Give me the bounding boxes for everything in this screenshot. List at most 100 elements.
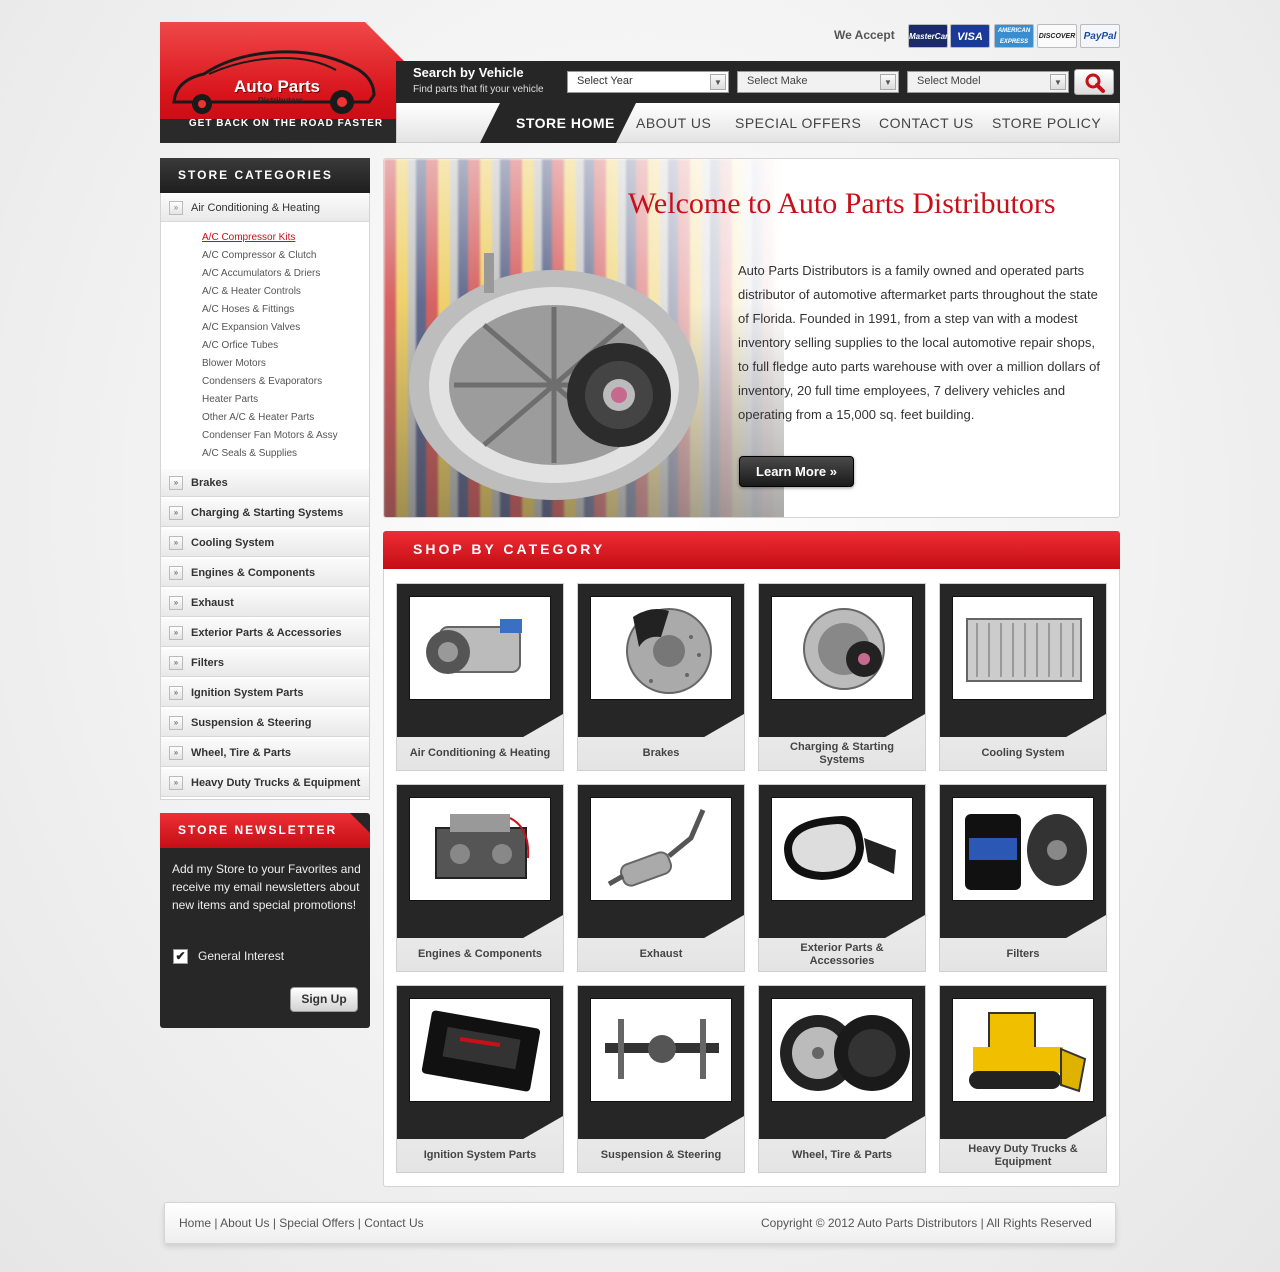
category-tile[interactable]: Heavy Duty Trucks & Equipment (939, 985, 1107, 1173)
tile-label: Exhaust (639, 948, 683, 960)
ignition-box-icon (409, 998, 551, 1102)
category-tile[interactable]: Engines & Components (396, 784, 564, 972)
ac-compressor-icon (409, 596, 551, 700)
arrow-right-icon: » (169, 746, 183, 760)
category-item[interactable]: » Heavy Duty Trucks & Equipment (161, 769, 369, 797)
chevron-down-icon: ▼ (880, 74, 896, 90)
category-tile[interactable]: Cooling System (939, 583, 1107, 771)
arrow-right-icon: » (169, 201, 183, 215)
category-tile[interactable]: Suspension & Steering (577, 985, 745, 1173)
category-tile[interactable]: Air Conditioning & Heating (396, 583, 564, 771)
radiator-icon (952, 596, 1094, 700)
nav-store-policy[interactable]: STORE POLICY (992, 115, 1101, 131)
tile-label: Heavy Duty Trucks & Equipment (968, 1142, 1078, 1168)
nav-contact-us[interactable]: CONTACT US (879, 115, 974, 131)
tile-label: Wheel, Tire & Parts (791, 1149, 893, 1161)
subcategory-link[interactable]: Condensers & Evaporators (202, 376, 322, 387)
alternator-icon (771, 596, 913, 700)
category-item[interactable]: » Filters (161, 649, 369, 677)
category-label: Heavy Duty Trucks & Equipment (191, 777, 361, 789)
subcategory-link[interactable]: A/C Hoses & Fittings (202, 304, 294, 315)
category-label: Charging & Starting Systems (191, 507, 344, 519)
category-label: Engines & Components (191, 567, 316, 579)
mastercard-icon: MasterCard (908, 24, 953, 48)
category-tile[interactable]: Exterior Parts & Accessories (758, 784, 926, 972)
category-tile[interactable]: Wheel, Tire & Parts (758, 985, 926, 1173)
suspension-icon (590, 998, 732, 1102)
category-item[interactable]: » Cooling System (161, 529, 369, 557)
bulldozer-icon (952, 998, 1094, 1102)
category-item[interactable]: » Suspension & Steering (161, 709, 369, 737)
nav-store-home[interactable]: STORE HOME (516, 115, 615, 131)
general-interest-checkbox[interactable]: ✔ (173, 949, 188, 964)
sign-up-button[interactable]: Sign Up (290, 987, 358, 1012)
subcategory-link[interactable]: A/C Compressor Kits (202, 232, 295, 243)
category-item[interactable]: » Wheel, Tire & Parts (161, 739, 369, 767)
category-tile[interactable]: Ignition System Parts (396, 985, 564, 1173)
logo-subtitle: Distributors (258, 96, 304, 105)
arrow-right-icon: » (169, 536, 183, 550)
store-categories-heading: STORE CATEGORIES (160, 158, 370, 193)
category-air-conditioning-heating[interactable]: » Air Conditioning & Heating (161, 194, 369, 222)
select-make[interactable]: Select Make ▼ (737, 71, 899, 93)
select-year[interactable]: Select Year ▼ (567, 71, 729, 93)
category-item[interactable]: » Engines & Components (161, 559, 369, 587)
magnifier-icon (1085, 73, 1105, 93)
tile-label: Exterior Parts & Accessories (800, 941, 884, 967)
category-item[interactable]: » Exhaust (161, 589, 369, 617)
subcategory-link[interactable]: Blower Motors (202, 358, 266, 369)
discover-icon: DISCOVER (1037, 24, 1077, 48)
category-label: Exterior Parts & Accessories (191, 627, 342, 639)
arrow-right-icon: » (169, 686, 183, 700)
footer-link-contact-us[interactable]: Contact Us (364, 1216, 423, 1230)
category-item[interactable]: » Charging & Starting Systems (161, 499, 369, 527)
category-item[interactable]: » Brakes (161, 469, 369, 497)
subcategory-link[interactable]: Condenser Fan Motors & Assy (202, 430, 338, 441)
amex-icon: AMERICAN EXPRESS (994, 24, 1034, 48)
category-item[interactable]: » Exterior Parts & Accessories (161, 619, 369, 647)
tile-label: Cooling System (981, 747, 1065, 759)
subcategory-link[interactable]: A/C Compressor & Clutch (202, 250, 316, 261)
select-model-value: Select Model (917, 75, 981, 87)
category-tile[interactable]: Exhaust (577, 784, 745, 972)
category-label: Cooling System (191, 537, 275, 549)
category-tile[interactable]: Brakes (577, 583, 745, 771)
learn-more-button[interactable]: Learn More » (739, 456, 854, 487)
nav-special-offers[interactable]: SPECIAL OFFERS (735, 115, 861, 131)
logo-tagline: GET BACK ON THE ROAD FASTER (188, 118, 384, 129)
arrow-right-icon: » (169, 776, 183, 790)
newsletter-text: Add my Store to your Favorites and recei… (172, 862, 361, 912)
subcategory-link[interactable]: A/C Seals & Supplies (202, 448, 297, 459)
category-tile[interactable]: Charging & Starting Systems (758, 583, 926, 771)
tile-label: Air Conditioning & Heating (409, 747, 551, 759)
category-label: Suspension & Steering (191, 717, 312, 729)
subcategory-link[interactable]: A/C Expansion Valves (202, 322, 300, 333)
subcategory-link[interactable]: A/C Orfice Tubes (202, 340, 278, 351)
subcategory-link[interactable]: A/C Accumulators & Driers (202, 268, 320, 279)
search-button[interactable] (1074, 69, 1114, 95)
footer-link-about-us[interactable]: About Us (220, 1216, 269, 1230)
arrow-right-icon: » (169, 596, 183, 610)
welcome-title: Welcome to Auto Parts Distributors (628, 187, 1056, 220)
general-interest-label: General Interest (198, 949, 285, 963)
category-tile[interactable]: Filters (939, 784, 1107, 972)
footer-link-special-offers[interactable]: Special Offers (279, 1216, 354, 1230)
muffler-icon (590, 797, 732, 901)
logo-title: Auto Parts (234, 77, 320, 96)
category-item[interactable]: » Ignition System Parts (161, 679, 369, 707)
subcategory-link[interactable]: Heater Parts (202, 394, 258, 405)
nav-about-us[interactable]: ABOUT US (636, 115, 711, 131)
footer-link-home[interactable]: Home (179, 1216, 211, 1230)
tile-label: Engines & Components (417, 948, 543, 960)
chevron-down-icon: ▼ (1050, 74, 1066, 90)
engine-icon (409, 797, 551, 901)
alternator-photo-icon (409, 253, 699, 500)
category-label: Filters (191, 657, 225, 669)
shop-by-category-heading: SHOP BY CATEGORY (383, 531, 1120, 569)
subcategory-link[interactable]: A/C & Heater Controls (202, 286, 301, 297)
arrow-right-icon: » (169, 566, 183, 580)
select-make-value: Select Make (747, 75, 808, 87)
select-model[interactable]: Select Model ▼ (907, 71, 1069, 93)
subcategory-link[interactable]: Other A/C & Heater Parts (202, 412, 314, 423)
tile-label: Charging & Starting Systems (790, 740, 894, 766)
